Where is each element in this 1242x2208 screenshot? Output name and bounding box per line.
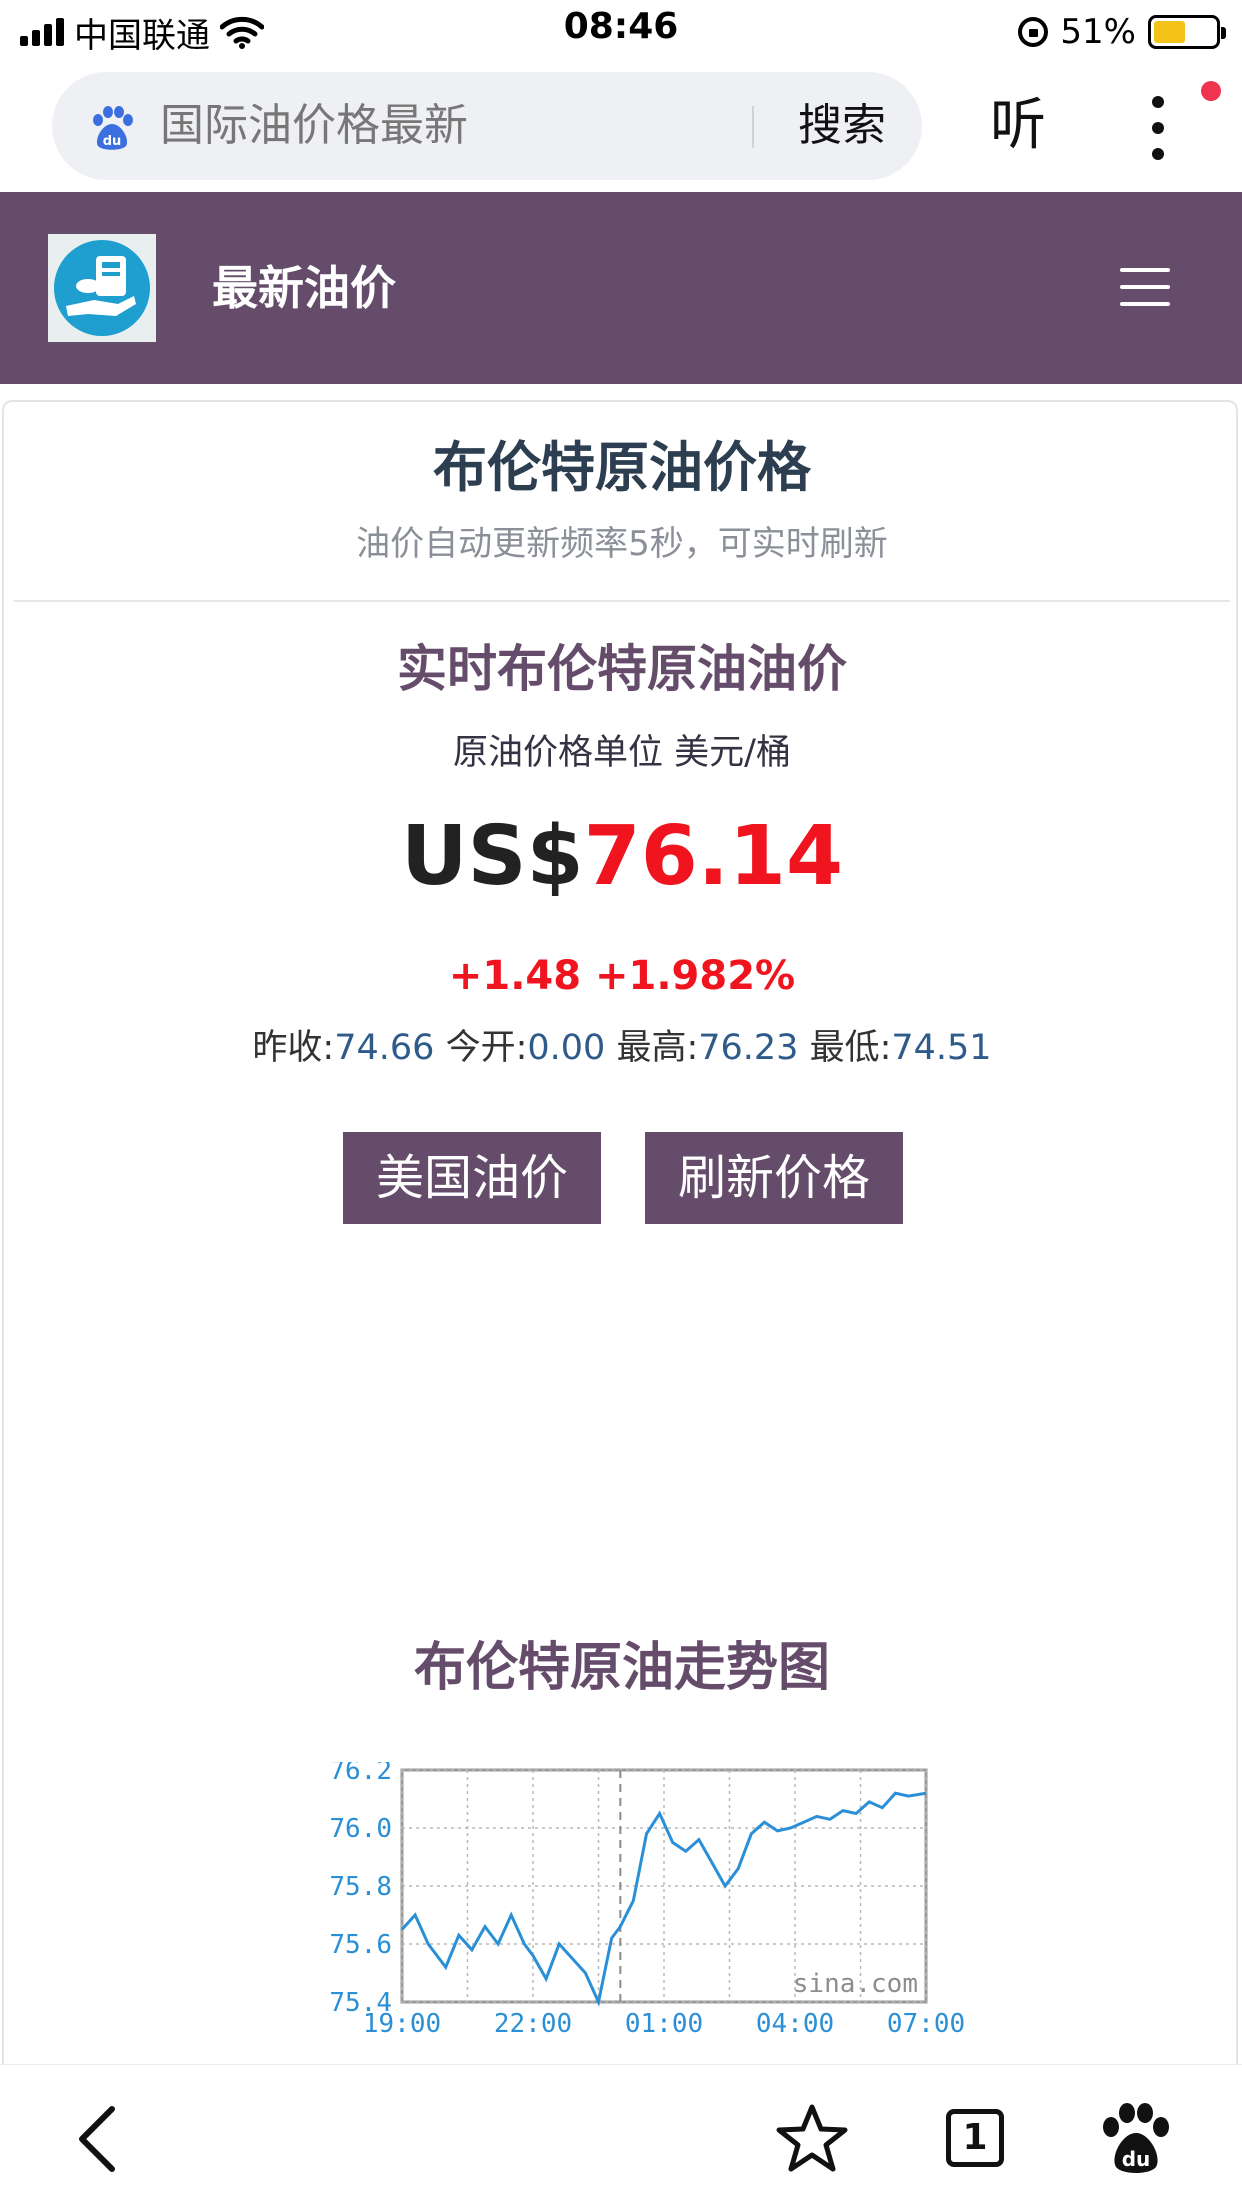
- open-value: 0.00: [527, 1028, 606, 1068]
- divider: [14, 600, 1230, 602]
- y-tick-label: 75.6: [329, 1930, 392, 1960]
- battery-fill: [1154, 21, 1185, 43]
- us-oil-price-button[interactable]: 美国油价: [343, 1132, 601, 1224]
- status-right: 51%: [1018, 8, 1226, 56]
- search-bar[interactable]: du 国际油价格最新 搜索: [52, 72, 922, 180]
- chart-x-ticks: 19:00 22:00 01:00 04:00 07:00: [363, 2009, 965, 2039]
- chart-watermark: sina.com: [793, 1969, 918, 1999]
- card-title: 布伦特原油价格: [433, 436, 811, 499]
- notification-dot: [1201, 81, 1221, 101]
- tabs-button[interactable]: 1: [934, 2099, 1014, 2179]
- x-tick-label: 19:00: [363, 2009, 441, 2039]
- paw-icon[interactable]: du: [1096, 2099, 1176, 2179]
- lock-icon: [1018, 17, 1049, 47]
- y-tick-label: 75.8: [329, 1872, 392, 1902]
- x-tick-label: 04:00: [756, 2009, 834, 2039]
- listen-button[interactable]: 听: [990, 90, 1046, 162]
- live-price-title: 实时布伦特原油油价: [397, 640, 847, 698]
- more-menu-icon[interactable]: [1148, 96, 1168, 160]
- prev-close-label: 昨收:: [252, 1028, 335, 1068]
- search-separator: [752, 106, 754, 148]
- battery-percent: 51%: [1060, 12, 1136, 52]
- battery-icon: [1148, 15, 1226, 49]
- star-icon[interactable]: [772, 2099, 852, 2179]
- open-label: 今开:: [445, 1028, 528, 1068]
- tab-count: 1: [946, 2109, 1004, 2167]
- currency-label: US$: [400, 809, 584, 904]
- high-value: 76.23: [698, 1028, 799, 1068]
- search-button[interactable]: 搜索: [772, 96, 912, 156]
- status-bar: 中国联通 08:46 51%: [0, 0, 1242, 66]
- price-card: 布伦特原油价格 油价自动更新频率5秒，可实时刷新 实时布伦特原油油价 原油价格单…: [2, 400, 1238, 2208]
- price-unit: 原油价格单位 美元/桶: [453, 733, 791, 773]
- card-subtitle: 油价自动更新频率5秒，可实时刷新: [356, 524, 888, 564]
- bottom-toolbar: 1 du: [0, 2064, 1242, 2208]
- trend-chart: 76.276.075.875.675.4 19:00 22:00 01:00 04:0…: [329, 1762, 965, 2039]
- price-change: +1.48 +1.982%: [448, 953, 796, 999]
- prev-close-value: 74.66: [334, 1028, 435, 1068]
- site-logo[interactable]: [48, 234, 156, 342]
- y-tick-label: 76.2: [329, 1762, 392, 1786]
- high-label: 最高:: [616, 1028, 699, 1068]
- x-tick-label: 01:00: [625, 2009, 703, 2039]
- price-stats: 昨收:74.66 今开:0.00 最高:76.23 最低:74.51: [4, 1022, 1240, 1074]
- x-tick-label: 22:00: [494, 2009, 572, 2039]
- x-tick-label: 07:00: [887, 2009, 965, 2039]
- refresh-price-button[interactable]: 刷新价格: [645, 1132, 903, 1224]
- back-icon[interactable]: [60, 2099, 140, 2179]
- chart-y-ticks: 76.276.075.875.675.4: [329, 1762, 392, 2018]
- svg-text:du: du: [1122, 2147, 1151, 2171]
- baidu-icon: du: [93, 106, 133, 150]
- low-value: 74.51: [891, 1028, 992, 1068]
- svg-text:du: du: [103, 134, 122, 149]
- site-navbar: 最新油价: [0, 192, 1242, 384]
- low-label: 最低:: [809, 1028, 892, 1068]
- site-title[interactable]: 最新油价: [212, 256, 396, 320]
- price-value: 76.14: [583, 809, 844, 904]
- y-tick-label: 76.0: [329, 1814, 392, 1844]
- search-query[interactable]: 国际油价格最新: [160, 96, 468, 156]
- menu-icon[interactable]: [1120, 268, 1170, 306]
- current-price: US$76.14: [4, 802, 1240, 912]
- trend-chart-title: 布伦特原油走势图: [413, 1638, 830, 1698]
